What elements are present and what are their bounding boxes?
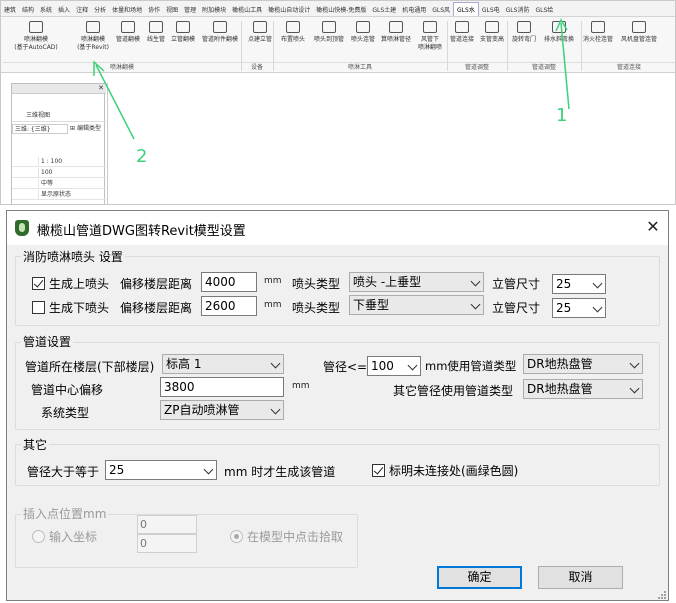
upper-type-select[interactable]: 喷头 -上垂型 bbox=[349, 272, 484, 292]
lower-type-value: 下垂型 bbox=[353, 298, 390, 312]
settings-dialog: 橄榄山管道DWG图转Revit模型设置 ✕ 消防喷淋喷头 设置 生成上喷头 偏移… bbox=[6, 210, 669, 601]
pick-in-model-radio[interactable] bbox=[230, 530, 243, 543]
coord-y-input[interactable]: 0 bbox=[137, 534, 197, 553]
input-coord-label: 输入坐标 bbox=[49, 530, 98, 544]
center-offset-input[interactable]: 3800 bbox=[160, 377, 284, 397]
min-diameter-label: 管径大于等于 bbox=[27, 465, 100, 479]
revit-screenshot: 建筑 结构 系统 插入 注释 分析 体量和场地 协作 视图 管理 附加模块 橄榄山工具 橄榄山自动设计橄… bbox=[0, 0, 676, 205]
center-offset-label: 管道中心偏移 bbox=[31, 383, 104, 397]
upper-type-value: 喷头 -上垂型 bbox=[353, 275, 422, 289]
diameter-value: 100 bbox=[371, 359, 394, 373]
chevron-down-icon bbox=[270, 358, 281, 369]
min-diameter-value: 25 bbox=[109, 463, 125, 477]
diameter-label: 管径<= bbox=[323, 360, 368, 374]
chevron-down-icon bbox=[629, 358, 640, 369]
upper-riser-value: 25 bbox=[556, 277, 572, 291]
pipe-type-select[interactable]: DR地热盘管 bbox=[523, 354, 643, 374]
close-icon[interactable]: ✕ bbox=[643, 217, 663, 237]
upper-sprinkler-checkbox[interactable] bbox=[32, 277, 45, 290]
system-type-select[interactable]: ZP自动喷淋管 bbox=[160, 400, 284, 420]
other-type-select[interactable]: DR地热盘管 bbox=[523, 379, 643, 399]
chevron-down-icon bbox=[203, 464, 214, 475]
pipe-settings-legend: 管道设置 bbox=[21, 333, 74, 350]
chevron-down-icon bbox=[407, 360, 418, 371]
other-type-value: DR地热盘管 bbox=[527, 382, 593, 396]
chevron-down-icon bbox=[270, 404, 281, 415]
lower-type-label: 喷头类型 bbox=[292, 301, 341, 315]
lower-riser-value: 25 bbox=[556, 301, 572, 315]
system-type-label: 系统类型 bbox=[41, 406, 90, 420]
insert-point-legend: 插入点位置mm bbox=[21, 505, 109, 522]
annotation-1: 1 bbox=[556, 105, 568, 126]
center-offset-unit: mm bbox=[292, 381, 310, 391]
lower-riser-select[interactable]: 25 bbox=[552, 298, 606, 318]
ok-button[interactable]: 确定 bbox=[437, 566, 522, 589]
input-coord-radio[interactable] bbox=[32, 530, 45, 543]
resize-grip-icon[interactable] bbox=[655, 588, 667, 600]
upper-offset-label: 偏移楼层距离 bbox=[120, 277, 193, 291]
diameter-suffix: mm使用管道类型 bbox=[425, 359, 517, 373]
upper-offset-unit: mm bbox=[264, 276, 282, 286]
pipe-level-select[interactable]: 标高 1 bbox=[162, 354, 284, 374]
annotation-arrows bbox=[93, 18, 570, 140]
lower-offset-input[interactable]: 2600 bbox=[201, 296, 257, 316]
upper-riser-label: 立管尺寸 bbox=[492, 277, 541, 291]
pipe-type-value: DR地热盘管 bbox=[527, 357, 593, 371]
pick-in-model-label: 在模型中点击拾取 bbox=[247, 530, 344, 544]
diameter-select[interactable]: 100 bbox=[367, 356, 421, 376]
mark-unconnected-checkbox[interactable] bbox=[372, 464, 385, 477]
dialog-title: 橄榄山管道DWG图转Revit模型设置 bbox=[37, 224, 246, 239]
upper-offset-input[interactable]: 4000 bbox=[201, 272, 257, 292]
annotation-2: 2 bbox=[136, 146, 148, 167]
other-legend: 其它 bbox=[21, 436, 50, 453]
system-type-value: ZP自动喷淋管 bbox=[164, 403, 240, 417]
sprinkler-legend: 消防喷淋喷头 设置 bbox=[21, 248, 125, 265]
coord-x-input[interactable]: 0 bbox=[137, 515, 197, 534]
lower-sprinkler-label: 生成下喷头 bbox=[49, 301, 110, 315]
upper-riser-select[interactable]: 25 bbox=[552, 274, 606, 294]
chevron-down-icon bbox=[629, 383, 640, 394]
min-diameter-suffix: mm 时才生成该管道 bbox=[224, 465, 336, 479]
pipe-level-label: 管道所在楼层(下部楼层) bbox=[25, 360, 155, 374]
upper-sprinkler-label: 生成上喷头 bbox=[49, 277, 110, 291]
lower-riser-label: 立管尺寸 bbox=[492, 301, 541, 315]
chevron-down-icon bbox=[592, 302, 603, 313]
lower-offset-label: 偏移楼层距离 bbox=[120, 301, 193, 315]
chevron-down-icon bbox=[470, 299, 481, 310]
chevron-down-icon bbox=[470, 276, 481, 287]
min-diameter-select[interactable]: 25 bbox=[105, 460, 217, 480]
mark-unconnected-label: 标明未连接处(画绿色圆) bbox=[389, 464, 519, 478]
olive-app-icon bbox=[15, 220, 29, 236]
lower-type-select[interactable]: 下垂型 bbox=[349, 295, 484, 315]
chevron-down-icon bbox=[592, 278, 603, 289]
lower-offset-unit: mm bbox=[264, 300, 282, 310]
cancel-button[interactable]: 取消 bbox=[538, 566, 623, 589]
other-type-label: 其它管径使用管道类型 bbox=[393, 384, 514, 398]
pipe-level-value: 标高 1 bbox=[166, 357, 202, 371]
upper-type-label: 喷头类型 bbox=[292, 277, 341, 291]
dialog-titlebar[interactable]: 橄榄山管道DWG图转Revit模型设置 ✕ bbox=[7, 211, 668, 245]
lower-sprinkler-checkbox[interactable] bbox=[32, 301, 45, 314]
